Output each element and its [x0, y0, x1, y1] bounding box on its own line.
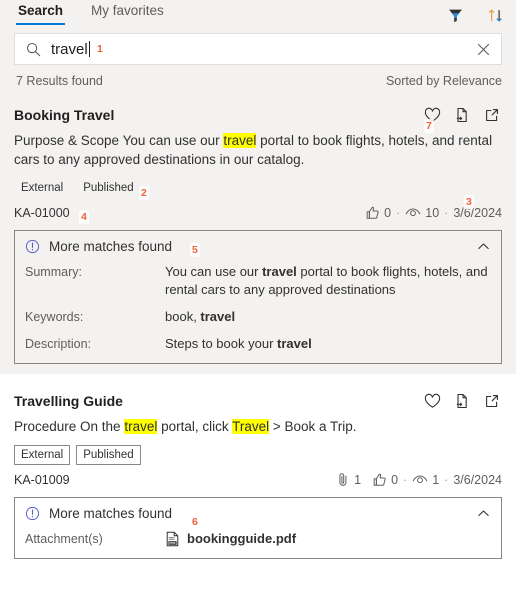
more-row-description: Description: Steps to book your travel [25, 335, 491, 353]
thumbs-up-icon [373, 473, 386, 486]
views-stat: 1 [412, 473, 439, 487]
result-snippet: Procedure On the travel portal, click Tr… [14, 419, 357, 434]
result-title[interactable]: Travelling Guide [14, 390, 123, 409]
more-row-key: Description: [25, 337, 91, 351]
separator: · [403, 472, 408, 487]
tab-search[interactable]: Search [16, 0, 66, 25]
separator: · [396, 205, 401, 220]
more-matches-panel: More matches found Attachment(s) PDF boo… [14, 497, 502, 559]
pdf-file-icon: PDF [165, 531, 180, 547]
tab-my-favorites[interactable]: My favorites [89, 0, 166, 25]
more-matches-header[interactable]: More matches found [25, 239, 491, 254]
attachment-filename: bookingguide.pdf [187, 531, 297, 546]
result-meta: KA-01000 0 · 10 · 3/6/2024 [14, 205, 502, 220]
open-external-icon[interactable] [482, 105, 502, 125]
result-title[interactable]: Booking Travel [14, 104, 114, 123]
chevron-up-icon[interactable] [476, 239, 491, 254]
result-stats: 0 · 10 · 3/6/2024 [365, 205, 502, 220]
likes-stat: 0 [365, 205, 391, 220]
tag-published: Published [83, 182, 134, 194]
highlight-term: travel [124, 419, 158, 434]
paperclip-icon [339, 473, 347, 486]
more-row-key: Attachment(s) [25, 532, 103, 546]
results-summary-bar: 7 Results found Sorted by Relevance [16, 74, 502, 88]
views-count: 1 [432, 472, 440, 487]
text-caret [88, 40, 90, 57]
tab-my-favorites-label: My favorites [91, 3, 164, 18]
more-matches-header[interactable]: More matches found [25, 506, 491, 521]
more-matches-label: More matches found [49, 239, 173, 254]
result-header: Booking Travel [14, 104, 502, 125]
highlight-term: Travel [232, 419, 270, 434]
clear-icon[interactable] [471, 37, 495, 61]
result-item: Travelling Guide Procedure On the travel… [0, 374, 516, 569]
more-row-attachments: Attachment(s) PDF bookingguide.pdf [25, 530, 491, 548]
ka-number: KA-01009 [14, 472, 70, 487]
result-date: 3/6/2024 [453, 472, 502, 487]
result-snippet: Purpose & Scope You can use our travel p… [14, 133, 493, 167]
chevron-up-icon[interactable] [476, 506, 491, 521]
result-date: 3/6/2024 [453, 205, 502, 220]
separator: · [444, 472, 449, 487]
attachment-link[interactable]: PDF bookingguide.pdf [165, 530, 491, 548]
views-stat: 10 [405, 206, 439, 220]
tab-search-label: Search [18, 3, 64, 18]
separator: · [444, 205, 449, 220]
views-count: 10 [425, 205, 440, 220]
search-icon [15, 41, 51, 58]
favorite-icon[interactable] [422, 391, 442, 411]
result-meta: KA-01009 1 0 · 1 · 3/6/2024 [14, 472, 502, 487]
results-list: Booking Travel Purpose & Scope You can u… [0, 96, 516, 569]
result-actions [422, 390, 502, 411]
more-row-value: You can use our travel portal to book fl… [165, 264, 488, 297]
more-matches-rows: Summary: You can use our travel portal t… [25, 263, 491, 353]
ka-number: KA-01000 [14, 205, 70, 220]
likes-stat: 0 [372, 472, 398, 487]
favorite-icon[interactable] [422, 105, 442, 125]
more-row-keywords: Keywords: book, travel [25, 308, 491, 326]
more-matches-left: More matches found [25, 239, 172, 254]
thumbs-up-icon [366, 206, 379, 219]
search-input-value: travel [51, 40, 90, 58]
more-row-value: Steps to book your travel [165, 336, 312, 351]
tab-bar: Search My favorites [16, 0, 166, 28]
more-row-key: Keywords: [25, 310, 84, 324]
tag-published: Published [76, 445, 141, 465]
copy-link-icon[interactable] [452, 391, 472, 411]
result-stats: 1 0 · 1 · 3/6/2024 [336, 472, 502, 487]
result-actions [422, 104, 502, 125]
svg-text:PDF: PDF [169, 541, 175, 545]
tag-external: External [14, 445, 71, 465]
results-count: 7 Results found [16, 74, 103, 88]
more-matches-panel: More matches found Summary: You can use … [14, 230, 502, 364]
tag-external: External [21, 182, 64, 194]
more-row-summary: Summary: You can use our travel portal t… [25, 263, 491, 299]
more-matches-label: More matches found [49, 506, 173, 521]
result-header: Travelling Guide [14, 390, 502, 411]
search-header-panel: Search My favorites travel 7 Results fou… [0, 0, 516, 96]
header-toolbar [444, 4, 506, 26]
result-tags: External Published [14, 178, 502, 198]
more-row-key: Summary: [25, 265, 82, 279]
more-matches-left: More matches found [25, 506, 172, 521]
attachment-count: 1 [354, 472, 362, 487]
sort-label[interactable]: Sorted by Relevance [386, 74, 502, 88]
eye-icon [405, 208, 421, 217]
open-external-icon[interactable] [482, 391, 502, 411]
result-item: Booking Travel Purpose & Scope You can u… [0, 96, 516, 374]
highlight-term: travel [223, 133, 257, 148]
more-matches-rows: Attachment(s) PDF bookingguide.pdf [25, 530, 491, 548]
info-icon [25, 239, 40, 254]
filter-icon[interactable] [444, 4, 466, 26]
sort-icon[interactable] [484, 4, 506, 26]
info-icon [25, 506, 40, 521]
more-row-value: book, travel [165, 309, 236, 324]
search-input[interactable]: travel [14, 33, 502, 65]
attachment-stat: 1 [336, 472, 361, 487]
eye-icon [412, 475, 428, 484]
likes-count: 0 [391, 472, 399, 487]
copy-link-icon[interactable] [452, 105, 472, 125]
likes-count: 0 [384, 205, 392, 220]
result-tags: External Published [14, 445, 502, 465]
